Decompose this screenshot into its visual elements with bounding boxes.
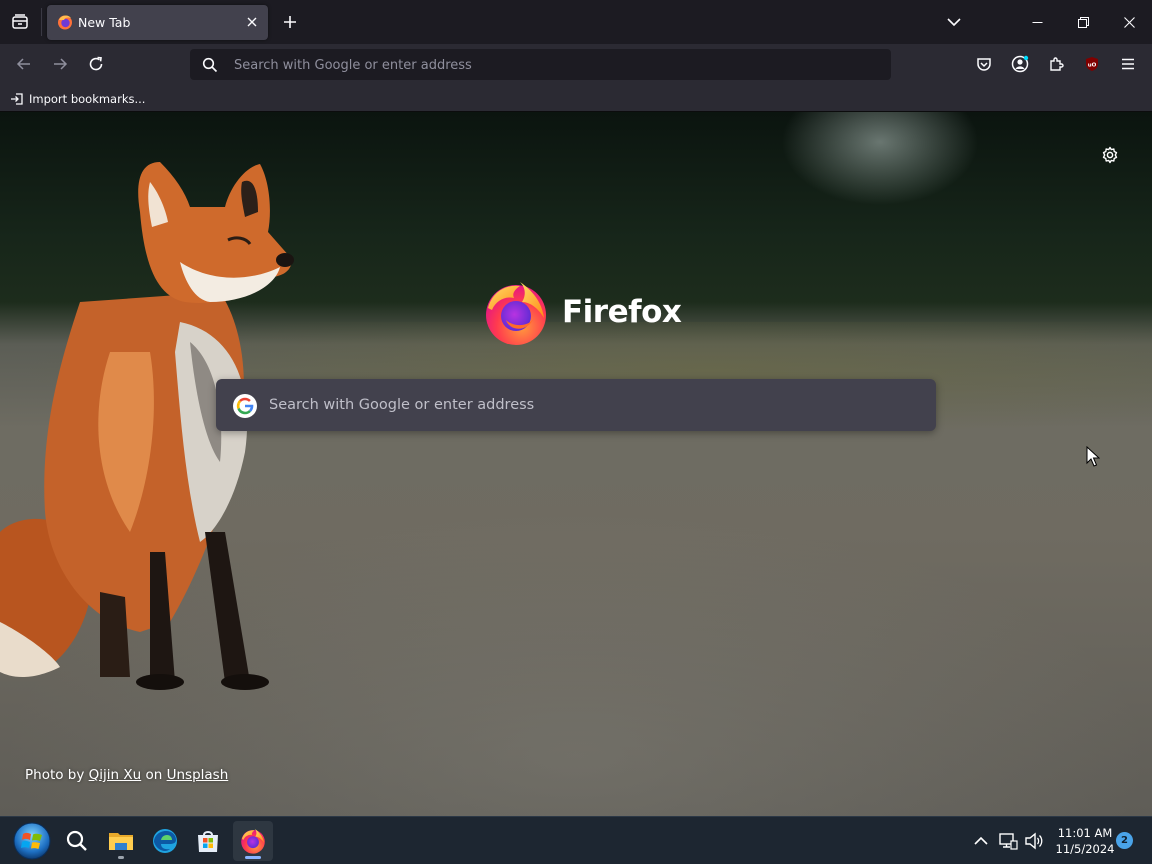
reload-icon [89, 56, 103, 71]
start-button[interactable] [12, 821, 52, 861]
chevron-down-icon [947, 18, 961, 27]
search-icon [202, 57, 218, 73]
puzzle-icon [1050, 57, 1064, 71]
back-button[interactable] [10, 50, 38, 78]
active-app-indicator [245, 856, 261, 859]
search-icon [66, 830, 87, 851]
ublock-origin-button[interactable]: uO [1078, 50, 1106, 78]
firefox-wordmark: Firefox [562, 294, 682, 330]
notification-center-badge[interactable]: 2 [1116, 832, 1133, 849]
taskbar-search-button[interactable] [57, 821, 97, 861]
tab-bar: New Tab [0, 0, 1152, 44]
firefox-view-button[interactable] [6, 9, 34, 35]
import-bookmarks-label: Import bookmarks... [29, 92, 146, 106]
arrow-left-icon [16, 58, 30, 70]
hamburger-menu-icon [1122, 58, 1134, 70]
extensions-button[interactable] [1042, 50, 1070, 78]
taskbar-microsoft-store[interactable] [188, 821, 228, 861]
clock-time: 11:01 AM [1057, 826, 1113, 840]
reload-button[interactable] [82, 50, 110, 78]
microsoft-store-icon [198, 831, 218, 852]
list-all-tabs-button[interactable] [942, 9, 966, 35]
edge-icon [153, 829, 177, 853]
restore-button[interactable] [1060, 0, 1106, 44]
mouse-cursor-icon [1086, 446, 1100, 467]
windows-taskbar: 11:01 AM 11/5/2024 2 [0, 816, 1152, 864]
firefox-view-icon [12, 14, 28, 29]
file-explorer-icon [109, 833, 133, 850]
plus-icon [284, 16, 296, 28]
account-button[interactable] [1006, 50, 1034, 78]
photo-credit: Photo by Qijin Xu on Unsplash [25, 767, 228, 783]
tab-title: New Tab [78, 15, 131, 30]
minimize-icon [1032, 21, 1042, 23]
close-window-button[interactable] [1106, 0, 1152, 44]
app-menu-button[interactable] [1114, 50, 1142, 78]
taskbar-firefox[interactable] [233, 821, 273, 861]
minimize-button[interactable] [1014, 0, 1060, 44]
credit-prefix: Photo by [25, 767, 89, 783]
speaker-icon [1025, 832, 1043, 850]
taskbar-edge[interactable] [145, 821, 185, 861]
restore-icon [1077, 16, 1089, 28]
tab-close-button[interactable] [243, 13, 261, 31]
navigation-toolbar: uO [0, 44, 1152, 84]
import-icon [11, 93, 23, 105]
credit-middle: on [141, 767, 167, 783]
show-hidden-icons-button[interactable] [969, 829, 993, 853]
gear-icon [1102, 146, 1118, 164]
newtab-search-input[interactable] [269, 395, 909, 415]
import-bookmarks-button[interactable]: Import bookmarks... [10, 89, 145, 109]
chevron-up-icon [974, 836, 988, 845]
network-button[interactable] [996, 829, 1020, 853]
tab-new-tab[interactable]: New Tab [47, 5, 268, 40]
account-icon [1011, 55, 1029, 73]
taskbar-file-explorer[interactable] [101, 821, 141, 861]
new-tab-button[interactable] [278, 9, 302, 35]
google-logo-icon [233, 394, 257, 418]
unsplash-link[interactable]: Unsplash [167, 767, 229, 783]
system-clock[interactable]: 11:01 AM 11/5/2024 [1052, 825, 1118, 857]
ublock-origin-icon: uO [1086, 57, 1098, 71]
address-input[interactable] [234, 56, 874, 74]
photo-author-link[interactable]: Qijin Xu [89, 767, 142, 783]
newtab-search-box[interactable] [216, 379, 936, 431]
bookmarks-toolbar: Import bookmarks... [0, 84, 1152, 112]
new-tab-page: Firefox Photo by Qijin Xu on Unsplash [0, 112, 1152, 816]
running-indicator [118, 856, 124, 859]
volume-button[interactable] [1022, 829, 1046, 853]
firefox-logo-icon [58, 15, 72, 30]
tab-separator [41, 8, 42, 36]
arrow-right-icon [54, 58, 68, 70]
network-icon [999, 833, 1018, 850]
close-icon [1123, 16, 1135, 28]
clock-date: 11/5/2024 [1055, 842, 1115, 856]
firefox-logo-icon [486, 282, 546, 345]
address-bar[interactable] [190, 49, 891, 80]
firefox-logo: Firefox [484, 280, 682, 346]
firefox-icon [241, 828, 265, 854]
close-icon [247, 17, 257, 27]
start-orb-icon [13, 822, 51, 860]
svg-text:uO: uO [1088, 63, 1097, 69]
pocket-button[interactable] [970, 50, 998, 78]
forward-button[interactable] [46, 50, 74, 78]
pocket-icon [977, 58, 991, 71]
personalize-settings-button[interactable] [1100, 145, 1120, 165]
